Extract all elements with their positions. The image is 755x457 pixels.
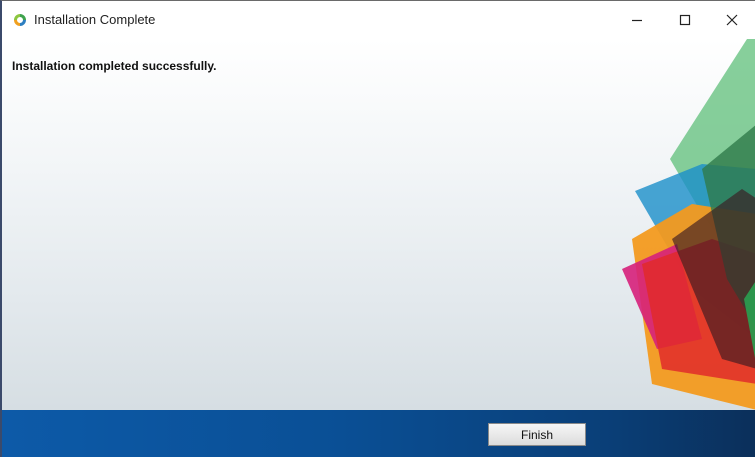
close-button[interactable] [709,1,755,39]
maximize-button[interactable] [662,1,708,39]
finish-button[interactable]: Finish [488,423,586,446]
content-area: Installation completed successfully. [2,39,755,410]
installer-app-icon [12,12,28,28]
minimize-button[interactable] [614,1,660,39]
installer-window: Installation Complete Installation compl… [0,0,755,457]
footer-bar: Finish [2,410,755,457]
minimize-icon [632,19,642,22]
window-title: Installation Complete [34,12,156,27]
brand-graphic [622,39,755,410]
title-bar[interactable]: Installation Complete [2,1,755,39]
maximize-icon [679,14,691,26]
close-icon [726,14,738,26]
